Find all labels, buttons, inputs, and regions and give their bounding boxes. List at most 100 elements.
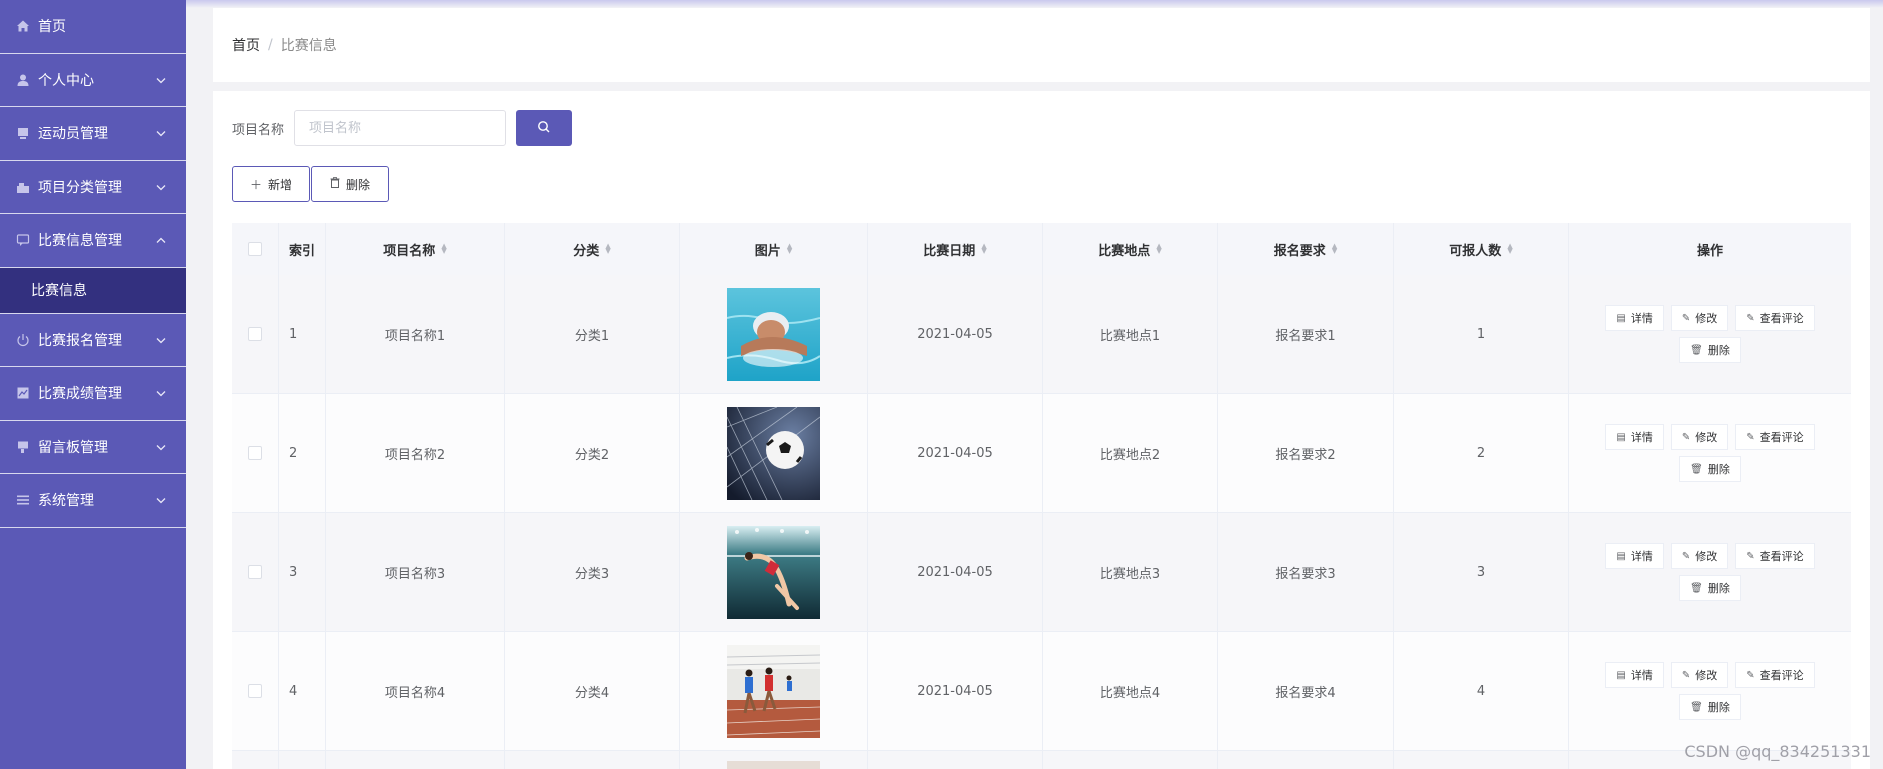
comments-label: 查看评论 bbox=[1759, 550, 1804, 563]
row-category: 分类3 bbox=[574, 566, 610, 582]
row-name: 项目名称3 bbox=[384, 566, 446, 582]
edit-button[interactable]: ✎ 修改 bbox=[1670, 424, 1729, 450]
main-content: 项目名称 ＋ 新增 删除 索引 项目名称 bbox=[213, 91, 1870, 769]
pencil-icon: ✎ bbox=[1746, 312, 1755, 324]
header-count[interactable]: 可报人数 ▲ ▼ bbox=[1394, 223, 1569, 275]
select-all-checkbox[interactable] bbox=[248, 242, 262, 256]
sidebar-item-category-management[interactable]: 项目分类管理 bbox=[0, 161, 186, 214]
row-count: 2 bbox=[1476, 445, 1486, 461]
delete-label: 删除 bbox=[1707, 463, 1730, 476]
chevron-up-icon bbox=[156, 234, 166, 247]
row-delete-button[interactable]: 🗑 删除 bbox=[1679, 337, 1741, 363]
header-date[interactable]: 比赛日期 ▲ ▼ bbox=[868, 223, 1043, 275]
edit-label: 修改 bbox=[1695, 312, 1718, 325]
breadcrumb-home[interactable]: 首页 bbox=[232, 35, 260, 55]
sidebar-item-home[interactable]: 首页 bbox=[0, 0, 186, 54]
watermark-text: CSDN @qq_834251331 bbox=[1684, 742, 1871, 761]
sort-icon[interactable]: ▲ ▼ bbox=[1507, 243, 1512, 255]
sort-icon[interactable]: ▲ ▼ bbox=[441, 243, 446, 255]
detail-button[interactable]: ▤ 详情 bbox=[1605, 662, 1664, 688]
row-checkbox[interactable] bbox=[248, 327, 262, 341]
row-index: 3 bbox=[289, 564, 298, 580]
edit-button[interactable]: ✎ 修改 bbox=[1670, 305, 1729, 331]
header-actions: 操作 bbox=[1569, 223, 1851, 275]
search-input[interactable] bbox=[294, 110, 507, 146]
sort-icon[interactable]: ▲ ▼ bbox=[1332, 243, 1337, 255]
edit-label: 修改 bbox=[1695, 550, 1718, 563]
sidebar-item-registration-management[interactable]: 比赛报名管理 bbox=[0, 314, 186, 367]
batch-delete-button[interactable]: 删除 bbox=[311, 166, 389, 202]
row-delete-button[interactable]: 🗑 删除 bbox=[1679, 694, 1741, 720]
edit-label: 修改 bbox=[1695, 669, 1718, 682]
header-category[interactable]: 分类 ▲ ▼ bbox=[505, 223, 680, 275]
sidebar-item-label: 系统管理 bbox=[38, 493, 94, 510]
detail-button[interactable]: ▤ 详情 bbox=[1605, 424, 1664, 450]
add-button[interactable]: ＋ 新增 bbox=[232, 166, 310, 202]
chevron-down-icon bbox=[156, 127, 166, 140]
sort-icon[interactable]: ▲ ▼ bbox=[787, 243, 792, 255]
pencil-icon: ✎ bbox=[1681, 431, 1691, 443]
pencil-icon: ✎ bbox=[1681, 312, 1691, 324]
doc-icon bbox=[16, 126, 30, 140]
edit-button[interactable]: ✎ 修改 bbox=[1670, 662, 1729, 688]
sidebar-item-competition-info-management[interactable]: 比赛信息管理 bbox=[0, 214, 186, 268]
sidebar-item-label: 个人中心 bbox=[38, 72, 94, 89]
row-checkbox[interactable] bbox=[248, 565, 262, 579]
sort-icon[interactable]: ▲ ▼ bbox=[981, 243, 986, 255]
view-comments-button[interactable]: ✎ 查看评论 bbox=[1735, 424, 1815, 450]
sidebar-item-system-management[interactable]: 系统管理 bbox=[0, 474, 186, 528]
comments-label: 查看评论 bbox=[1759, 431, 1804, 444]
search-bar: 项目名称 bbox=[232, 110, 573, 146]
table-row: 3 项目名称3 分类3 2021-04-05 比赛地点3 报名要求3 3 ▤ 详… bbox=[232, 513, 1851, 632]
sidebar-item-label: 留言板管理 bbox=[38, 439, 108, 456]
row-requirement: 报名要求3 bbox=[1275, 566, 1336, 582]
sidebar-item-results-management[interactable]: 比赛成绩管理 bbox=[0, 367, 186, 421]
sidebar-item-message-board-management[interactable]: 留言板管理 bbox=[0, 421, 186, 474]
sort-icon[interactable]: ▲ ▼ bbox=[1156, 243, 1161, 255]
table-row: 4 项目名称4 分类4 2021-04-05 比赛地点4 报名要求4 4 ▤ 详… bbox=[232, 632, 1851, 751]
chat-icon bbox=[16, 233, 30, 247]
table-header: 索引 项目名称 ▲ ▼ 分类 ▲ ▼ 图片 ▲ ▼ 比赛日期 ▲ ▼ 比赛地点 ▲ ▼ bbox=[232, 223, 1851, 275]
detail-button[interactable]: ▤ 详情 bbox=[1605, 543, 1664, 569]
power-icon bbox=[16, 333, 30, 347]
view-comments-button[interactable]: ✎ 查看评论 bbox=[1735, 543, 1815, 569]
header-label: 操作 bbox=[1696, 243, 1723, 259]
breadcrumb: 首页 / 比赛信息 bbox=[213, 8, 1870, 82]
sidebar-item-personal-center[interactable]: 个人中心 bbox=[0, 54, 186, 107]
row-checkbox[interactable] bbox=[248, 446, 262, 460]
header-label: 项目名称 bbox=[383, 243, 436, 259]
row-place: 比赛地点2 bbox=[1099, 447, 1161, 463]
message-icon bbox=[16, 440, 30, 454]
row-place: 比赛地点3 bbox=[1099, 566, 1161, 582]
header-place[interactable]: 比赛地点 ▲ ▼ bbox=[1043, 223, 1218, 275]
row-count: 4 bbox=[1476, 683, 1486, 699]
select-all-cell bbox=[232, 223, 279, 275]
sort-icon[interactable]: ▲ ▼ bbox=[605, 243, 610, 255]
row-checkbox[interactable] bbox=[248, 684, 262, 698]
sidebar-item-athlete-management[interactable]: 运动员管理 bbox=[0, 107, 186, 161]
edit-button[interactable]: ✎ 修改 bbox=[1670, 543, 1729, 569]
detail-button[interactable]: ▤ 详情 bbox=[1605, 305, 1664, 331]
soccer-image bbox=[727, 406, 820, 500]
header-label: 可报人数 bbox=[1449, 243, 1502, 259]
table-row-partial bbox=[232, 751, 1851, 769]
trash-icon: 🗑 bbox=[1690, 344, 1703, 356]
swimming-image bbox=[727, 287, 820, 381]
header-requirement[interactable]: 报名要求 ▲ ▼ bbox=[1218, 223, 1394, 275]
header-image[interactable]: 图片 ▲ ▼ bbox=[680, 223, 868, 275]
search-button[interactable] bbox=[516, 110, 573, 146]
sidebar-subitem-competition-info[interactable]: 比赛信息 bbox=[0, 267, 186, 314]
sidebar-subitem-label: 比赛信息 bbox=[31, 283, 87, 299]
delete-label: 删除 bbox=[1707, 582, 1730, 595]
chevron-down-icon bbox=[156, 73, 166, 86]
row-name: 项目名称4 bbox=[384, 685, 446, 701]
header-index: 索引 bbox=[279, 223, 326, 275]
chevron-down-icon bbox=[156, 333, 166, 346]
row-delete-button[interactable]: 🗑 删除 bbox=[1679, 456, 1741, 482]
document-icon: ▤ bbox=[1616, 669, 1626, 681]
view-comments-button[interactable]: ✎ 查看评论 bbox=[1735, 305, 1815, 331]
category-icon bbox=[16, 180, 30, 194]
view-comments-button[interactable]: ✎ 查看评论 bbox=[1735, 662, 1815, 688]
header-name[interactable]: 项目名称 ▲ ▼ bbox=[326, 223, 505, 275]
row-delete-button[interactable]: 🗑 删除 bbox=[1679, 575, 1741, 601]
